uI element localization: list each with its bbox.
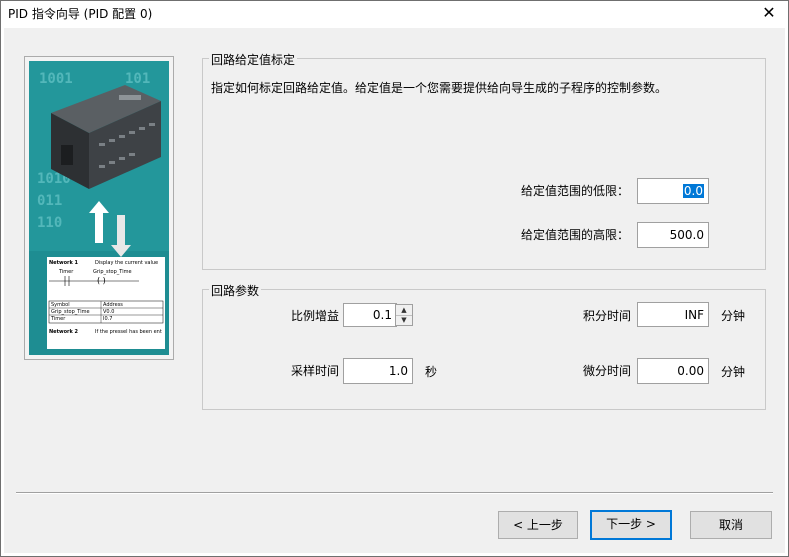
- setpoint-description: 指定如何标定回路给定值。给定值是一个您需要提供给向导生成的子程序的控制参数。: [211, 81, 668, 95]
- sample-time-unit: 秒: [425, 365, 438, 379]
- next-button[interactable]: 下一步 >: [590, 510, 672, 540]
- ladder-contact: Timer: [58, 269, 74, 275]
- bits-line-5: 110: [37, 215, 62, 231]
- setpoint-scaling-group: 回路给定值标定 指定如何标定回路给定值。给定值是一个您需要提供给向导生成的子程序…: [202, 51, 766, 270]
- loop-parameters-group: 回路参数 比例增益 0.1 ▲ ▼ 采样时间 1.0 秒 积分时间 INF 分钟…: [202, 282, 766, 410]
- svg-text:( ): ( ): [97, 276, 106, 285]
- ladder-network2-comment: If the pressel has been ent: [95, 329, 162, 335]
- setpoint-low-input[interactable]: 0.0: [637, 178, 709, 204]
- derivative-time-unit: 分钟: [721, 365, 746, 379]
- ladder-network1-comment: Display the current value: [95, 260, 158, 266]
- spin-down-icon[interactable]: ▼: [396, 315, 412, 325]
- ladder-th-symbol: Symbol: [51, 302, 70, 308]
- cancel-button[interactable]: 取消: [690, 511, 772, 539]
- wizard-illustration: 1001 101 1010 011 110 Network 1 Display …: [24, 56, 174, 360]
- ladder-network2: Network 2: [49, 329, 79, 335]
- setpoint-high-label: 给定值范围的高限：: [521, 228, 630, 242]
- sample-time-label: 采样时间: [291, 364, 340, 378]
- ladder-td-2-2: I0.7: [103, 316, 112, 322]
- bits-line-1: 1001: [39, 71, 73, 87]
- integral-time-label: 积分时间: [583, 309, 632, 323]
- ladder-th-address: Address: [103, 302, 123, 308]
- title-bar: PID 指令向导 (PID 配置 0) ✕: [0, 0, 789, 28]
- sample-time-input[interactable]: 1.0: [343, 358, 413, 384]
- bits-line-2: 101: [125, 71, 150, 87]
- setpoint-high-input[interactable]: 500.0: [637, 222, 709, 248]
- ladder-snippet: Network 1 Display the current value Time…: [47, 257, 165, 349]
- ladder-td-1-1: Grip_stop_Time: [51, 309, 90, 315]
- derivative-time-input[interactable]: 0.00: [637, 358, 709, 384]
- dialog-client: 1001 101 1010 011 110 Network 1 Display …: [4, 28, 785, 553]
- back-button[interactable]: < 上一步: [498, 511, 578, 539]
- gain-input[interactable]: 0.1: [343, 303, 397, 327]
- bits-line-4: 011: [37, 193, 62, 209]
- ladder-td-1-2: V0.0: [103, 309, 114, 315]
- window-title: PID 指令向导 (PID 配置 0): [8, 7, 153, 21]
- gain-spinner[interactable]: ▲ ▼: [395, 304, 413, 326]
- setpoint-low-label: 给定值范围的低限：: [521, 184, 630, 198]
- loop-params-legend: 回路参数: [209, 282, 262, 299]
- ladder-coil: Grip_stop_Time: [93, 269, 132, 275]
- ladder-network1: Network 1: [49, 260, 79, 266]
- integral-time-unit: 分钟: [721, 309, 746, 323]
- close-icon[interactable]: ✕: [759, 3, 779, 23]
- derivative-time-label: 微分时间: [583, 364, 632, 378]
- footer-separator: [16, 492, 773, 494]
- ladder-td-2-1: Timer: [50, 316, 66, 322]
- integral-time-input[interactable]: INF: [637, 302, 709, 327]
- setpoint-group-legend: 回路给定值标定: [209, 51, 298, 68]
- gain-label: 比例增益: [291, 309, 340, 323]
